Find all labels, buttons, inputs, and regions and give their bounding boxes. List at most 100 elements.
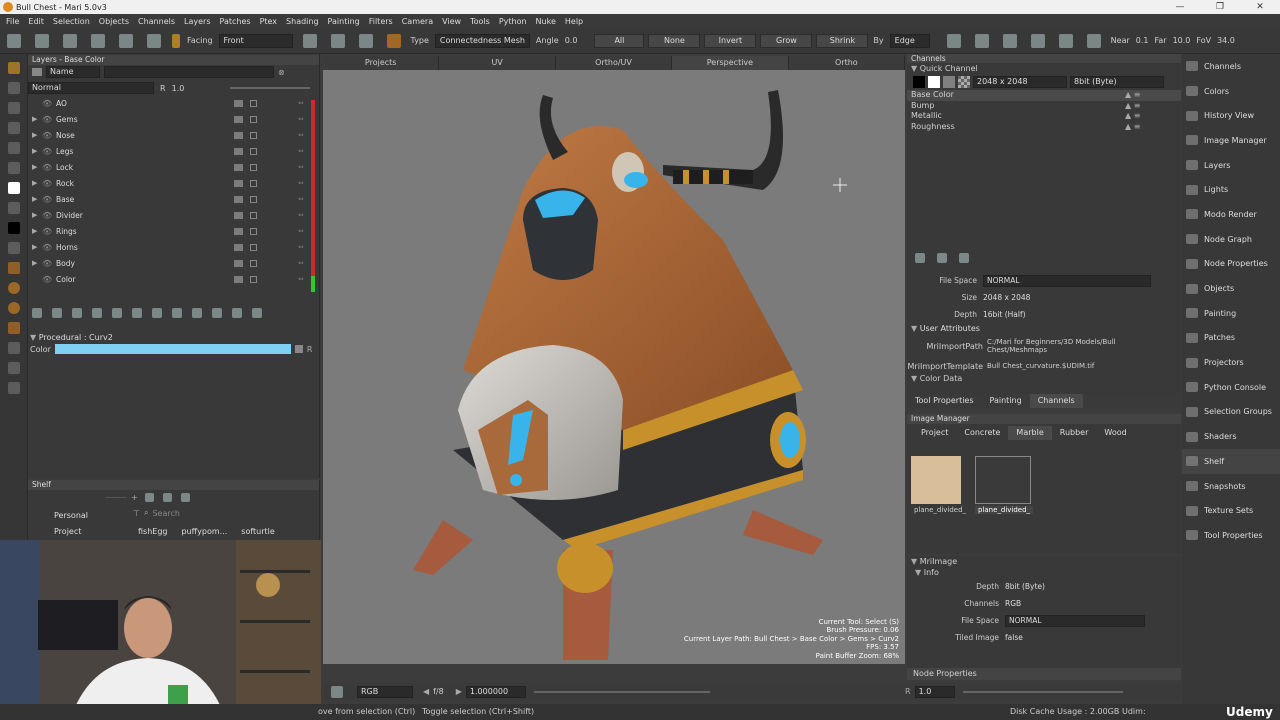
shelf-search-input[interactable]: Search — [152, 509, 179, 518]
dock-item-tool-properties[interactable]: Tool Properties — [1182, 523, 1280, 548]
select-all-button[interactable]: All — [594, 33, 645, 48]
dock-item-snapshots[interactable]: Snapshots — [1182, 474, 1280, 499]
visibility-eye-icon[interactable]: 👁 — [42, 259, 56, 268]
link-icon[interactable]: ⇔ — [298, 195, 304, 203]
dot-icon[interactable] — [7, 342, 20, 354]
layer-lock-checkbox[interactable] — [250, 179, 257, 187]
layer-grid-icon[interactable] — [252, 308, 262, 318]
add-layer-icon[interactable] — [32, 308, 42, 318]
fov-value[interactable]: 34.0 — [1217, 36, 1235, 45]
add-shelf-icon[interactable]: + — [131, 493, 138, 502]
layer-row-divider[interactable]: ▶ 👁 Divider ⇔ — [28, 207, 319, 223]
gamma-field[interactable]: 1.0 — [914, 685, 955, 698]
menu-channels[interactable]: Channels — [138, 17, 175, 26]
link-icon[interactable]: ⇔ — [298, 99, 304, 107]
dock-item-node-graph[interactable]: Node Graph — [1182, 227, 1280, 252]
menu-nuke[interactable]: Nuke — [536, 17, 556, 26]
layer-row-nose[interactable]: ▶ 👁 Nose ⇔ — [28, 127, 319, 143]
visibility-eye-icon[interactable]: 👁 — [42, 131, 56, 140]
link-icon[interactable]: ⇔ — [298, 115, 304, 123]
opacity-value[interactable]: 1.0 — [172, 84, 185, 93]
shelf-save-icon[interactable] — [162, 492, 172, 502]
channel-row-roughness[interactable]: Roughness ▲ ≡ — [907, 122, 1181, 133]
white-swatch-icon[interactable] — [928, 76, 940, 88]
shelf-thumb-puffypom[interactable]: puffypom... — [182, 527, 228, 536]
layer-row-base[interactable]: ▶ 👁 Base ⇔ — [28, 191, 319, 207]
visibility-eye-icon[interactable]: 👁 — [42, 243, 56, 252]
save-icon[interactable] — [63, 33, 77, 48]
layer-lock-checkbox[interactable] — [250, 275, 257, 283]
visibility-eye-icon[interactable]: 👁 — [42, 275, 56, 284]
snapshot-icon[interactable] — [974, 33, 989, 48]
quick-channel-depth-dropdown[interactable]: 8bit (Byte) — [1070, 76, 1164, 88]
menu-patches[interactable]: Patches — [220, 17, 251, 26]
dock-item-texture-sets[interactable]: Texture Sets — [1182, 498, 1280, 523]
dock-item-modo-render[interactable]: Modo Render — [1182, 202, 1280, 227]
channel-settings-icon[interactable]: ▲ ≡ — [1125, 122, 1140, 133]
fstop-right-arrow-icon[interactable]: ▶ — [456, 687, 462, 696]
menu-objects[interactable]: Objects — [99, 17, 129, 26]
delete-layer-icon[interactable] — [212, 308, 222, 318]
select-tool-icon[interactable] — [7, 62, 20, 74]
image-tab-wood[interactable]: Wood — [1096, 426, 1134, 440]
expand-arrow-icon[interactable]: ▶ — [32, 147, 42, 155]
panel-tab-painting[interactable]: Painting — [982, 394, 1030, 408]
shelf-thumb-softurtle[interactable]: softurtle — [241, 527, 275, 536]
projection-icon[interactable] — [7, 262, 20, 274]
menu-camera[interactable]: Camera — [402, 17, 433, 26]
frame-icon[interactable] — [7, 322, 20, 334]
link-icon[interactable]: ⇔ — [298, 275, 304, 283]
expand-arrow-icon[interactable]: ▶ — [32, 259, 42, 267]
fstop-value[interactable]: f/8 — [433, 687, 444, 696]
dock-item-python-console[interactable]: Python Console — [1182, 375, 1280, 400]
expand-arrow-icon[interactable]: ▶ — [32, 195, 42, 203]
gray-swatch-icon[interactable] — [943, 76, 955, 88]
select-arrow-icon[interactable] — [172, 33, 180, 48]
invert-selection-button[interactable]: Invert — [704, 33, 757, 48]
facing-dropdown[interactable]: Front — [218, 33, 293, 48]
clear-search-icon[interactable]: ⊗ — [278, 68, 285, 77]
cube-icon[interactable] — [1030, 33, 1045, 48]
image-tab-marble[interactable]: Marble — [1008, 426, 1052, 440]
lock-icon[interactable] — [147, 33, 161, 48]
dock-item-node-properties[interactable]: Node Properties — [1182, 252, 1280, 277]
menu-painting[interactable]: Painting — [328, 17, 360, 26]
layer-row-ao[interactable]: 👁 AO ⇔ — [28, 95, 319, 111]
marquee-select-icon[interactable] — [302, 33, 317, 48]
shrink-selection-button[interactable]: Shrink — [816, 33, 869, 48]
layer-filter-field[interactable]: Name — [46, 66, 100, 78]
import-path-value[interactable]: C:/Mari for Beginners/3D Models/Bull Che… — [987, 338, 1155, 354]
add-procedural-icon[interactable] — [72, 308, 82, 318]
menu-help[interactable]: Help — [565, 17, 583, 26]
props-list-icon[interactable] — [959, 253, 969, 263]
menu-python[interactable]: Python — [499, 17, 527, 26]
link-icon[interactable]: ⇔ — [298, 179, 304, 187]
shelf-filter-icon[interactable]: ⊤ — [133, 509, 140, 518]
menu-filters[interactable]: Filters — [369, 17, 393, 26]
layer-search-input[interactable] — [104, 66, 274, 78]
link-icon[interactable]: ⇔ — [298, 243, 304, 251]
camera-tool-icon[interactable] — [7, 82, 20, 94]
close-project-icon[interactable] — [35, 33, 49, 48]
image-tool-icon[interactable] — [7, 382, 20, 394]
shelf-personal[interactable]: Personal — [54, 511, 88, 520]
dock-item-shaders[interactable]: Shaders — [1182, 424, 1280, 449]
visibility-eye-icon[interactable]: 👁 — [42, 211, 56, 220]
transform-tool-icon[interactable] — [7, 102, 20, 114]
expand-arrow-icon[interactable]: ▶ — [32, 179, 42, 187]
dock-item-channels[interactable]: Channels — [1182, 54, 1280, 79]
blend-mode-dropdown[interactable]: Normal — [28, 82, 154, 94]
filter-icon[interactable] — [32, 68, 42, 76]
shelf-project[interactable]: Project — [54, 527, 81, 536]
image-thumb-sand[interactable] — [911, 456, 961, 504]
dock-item-shelf[interactable]: Shelf — [1182, 449, 1280, 474]
transparent-swatch-icon[interactable] — [958, 76, 970, 88]
visibility-eye-icon[interactable]: 👁 — [42, 99, 56, 108]
sphere-icon[interactable] — [7, 282, 20, 294]
layer-lock-checkbox[interactable] — [250, 259, 257, 267]
move-down-icon[interactable] — [192, 308, 202, 318]
dock-item-layers[interactable]: Layers — [1182, 153, 1280, 178]
channel-settings-icon[interactable]: ▲ ≡ — [1125, 90, 1140, 101]
menu-edit[interactable]: Edit — [28, 17, 44, 26]
transform-icon[interactable] — [91, 33, 105, 48]
